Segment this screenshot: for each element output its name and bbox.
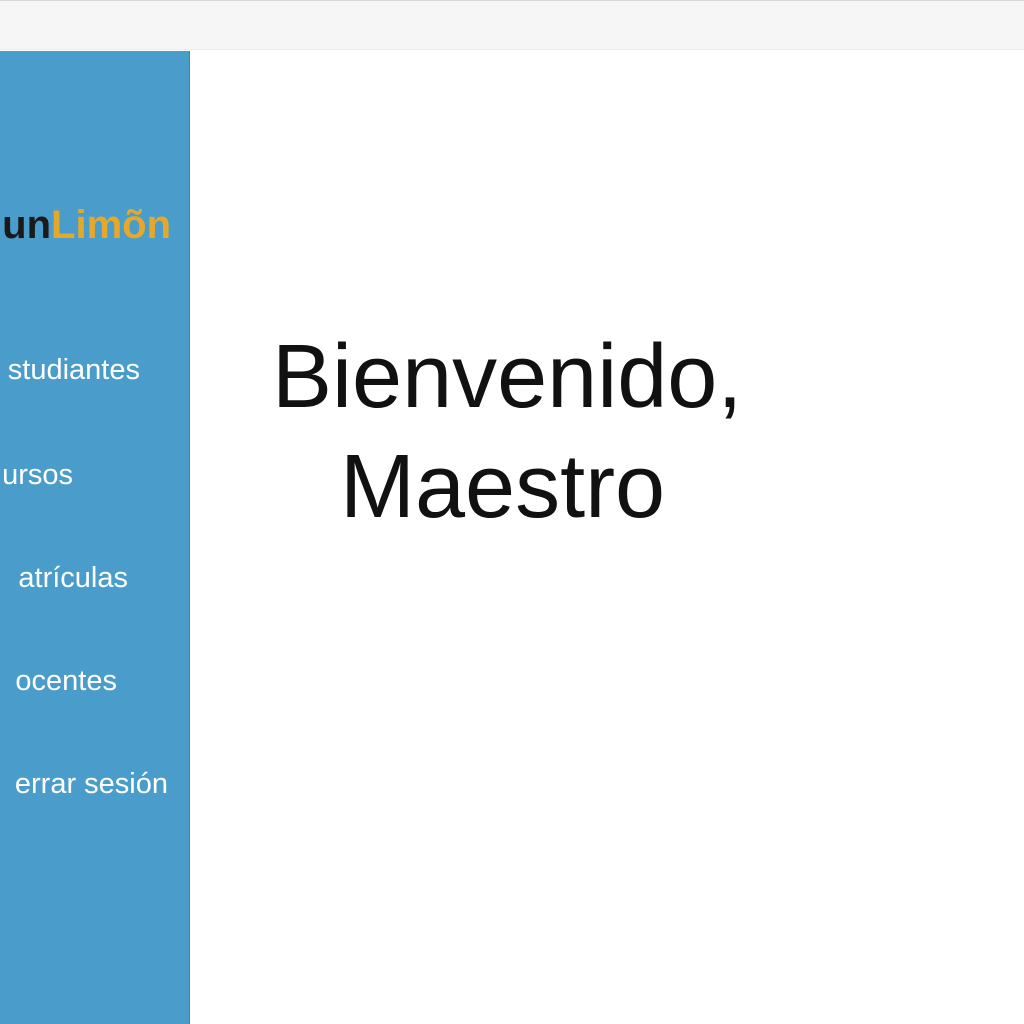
welcome-line-2: Maestro: [340, 437, 666, 537]
welcome-line-1: Bienvenido,: [272, 327, 743, 427]
sidebar-item-matriculas[interactable]: atrículas: [18, 562, 128, 595]
welcome-heading: Bienvenido, Maestro: [0, 322, 833, 542]
sidebar-item-cerrar-sesion[interactable]: errar sesión: [15, 768, 168, 801]
window-top-bar: [0, 0, 1024, 50]
sidebar-item-docentes[interactable]: ocentes: [15, 665, 117, 698]
